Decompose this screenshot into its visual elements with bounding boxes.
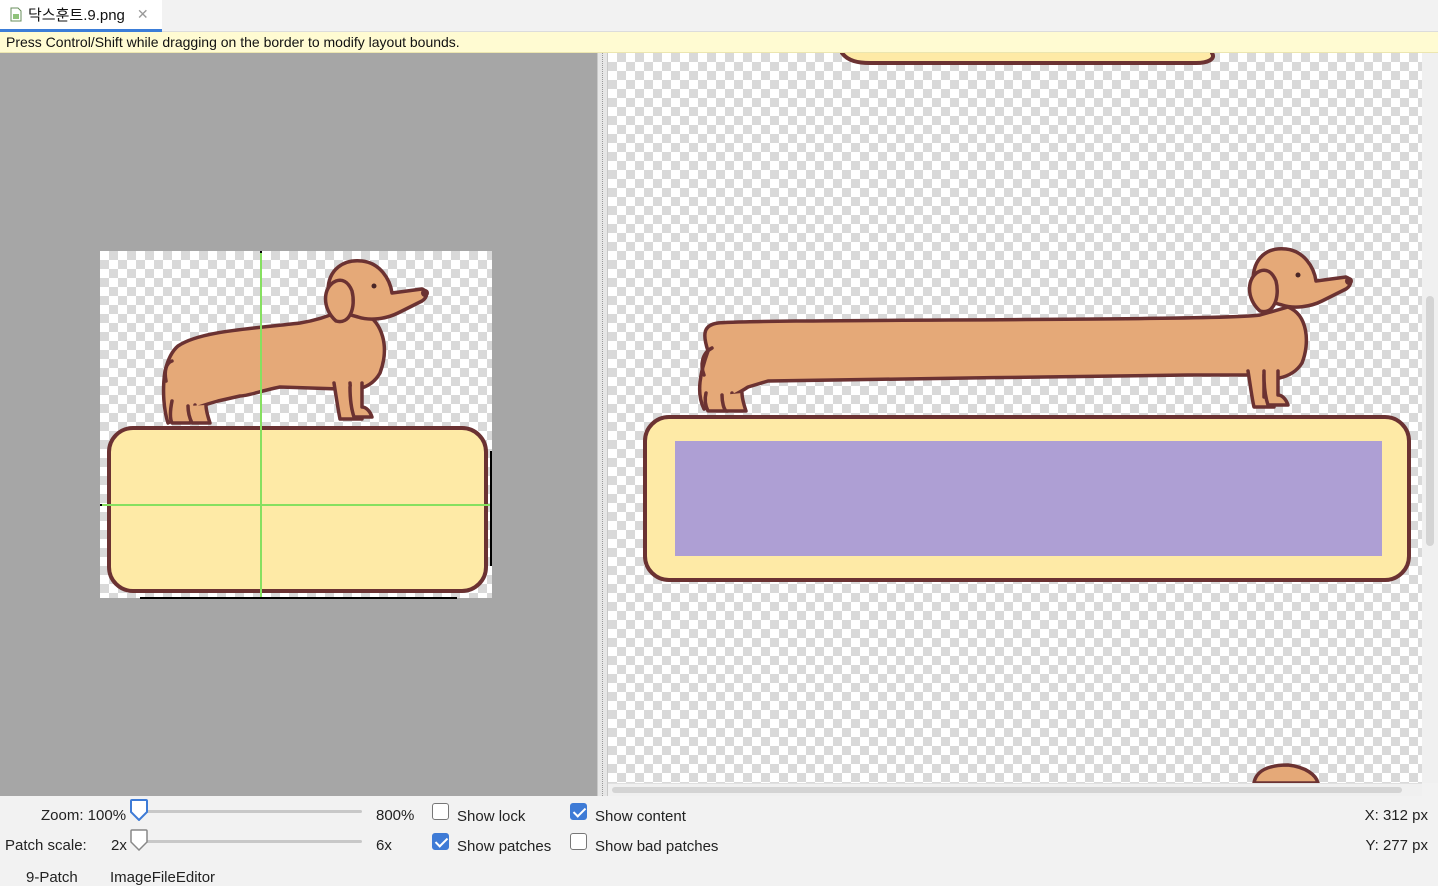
patch-scale-slider-thumb[interactable] [130, 829, 148, 851]
show-patches-checkbox[interactable] [432, 833, 449, 850]
bench-box [107, 426, 488, 593]
file-tab-title: 닥스훈트.9.png [28, 7, 125, 24]
stretched-dachshund [697, 247, 1353, 413]
horizontal-scrollbar[interactable] [608, 783, 1422, 796]
show-bad-patches-checkbox[interactable] [570, 833, 587, 850]
show-content-checkbox[interactable] [570, 803, 587, 820]
patch-scale-label: Patch scale: [5, 837, 87, 854]
horizontal-scroll-thumb[interactable] [612, 787, 1402, 793]
y-coordinate-readout: Y: 277 px [1365, 837, 1428, 854]
image-file-icon [10, 7, 22, 22]
show-patches-label[interactable]: Show patches [457, 838, 551, 855]
patch-scale-min-label: 2x [111, 837, 127, 854]
patch-editor-canvas[interactable] [0, 53, 597, 796]
preview-bottom-partial-dog [1252, 763, 1320, 783]
content-area-highlight [675, 441, 1382, 556]
editor-tab-bar: 닥스훈트.9.png ✕ [0, 0, 1438, 32]
vertical-scroll-thumb[interactable] [1426, 296, 1434, 546]
preview-dog-nose [1345, 277, 1353, 285]
patch-scale-slider[interactable] [140, 840, 362, 843]
dachshund-graphic [161, 259, 429, 425]
zoom-label: Zoom: 100% [41, 807, 127, 824]
show-bad-patches-label[interactable]: Show bad patches [595, 838, 718, 855]
show-content-label[interactable]: Show content [595, 808, 686, 825]
splitter-grip[interactable] [602, 53, 603, 796]
close-icon[interactable]: ✕ [137, 6, 149, 23]
x-coordinate-readout: X: 312 px [1364, 807, 1428, 824]
hint-bar: Press Control/Shift while dragging on th… [0, 32, 1438, 53]
pane-splitter[interactable] [597, 53, 608, 796]
preview-dog-eye [1295, 272, 1301, 278]
source-image[interactable] [100, 251, 492, 599]
show-lock-checkbox[interactable] [432, 803, 449, 820]
preview-canvas[interactable] [608, 53, 1422, 783]
file-tab[interactable]: 닥스훈트.9.png ✕ [0, 0, 162, 32]
preview-top-partial-box [840, 53, 1215, 65]
tab-9-patch[interactable]: 9-Patch [26, 869, 78, 886]
vertical-scrollbar[interactable] [1422, 53, 1438, 783]
show-lock-label[interactable]: Show lock [457, 808, 525, 825]
patch-scale-max-label: 6x [376, 837, 392, 854]
dog-nose [421, 289, 429, 297]
zoom-max-label: 800% [376, 807, 415, 824]
zoom-slider[interactable] [140, 810, 362, 813]
nine-patch-editor-window: 닥스훈트.9.png ✕ Press Control/Shift while d… [0, 0, 1438, 886]
dog-eye [371, 283, 377, 289]
zoom-slider-thumb[interactable] [130, 799, 148, 821]
tab-image-file-editor[interactable]: ImageFileEditor [110, 869, 215, 886]
